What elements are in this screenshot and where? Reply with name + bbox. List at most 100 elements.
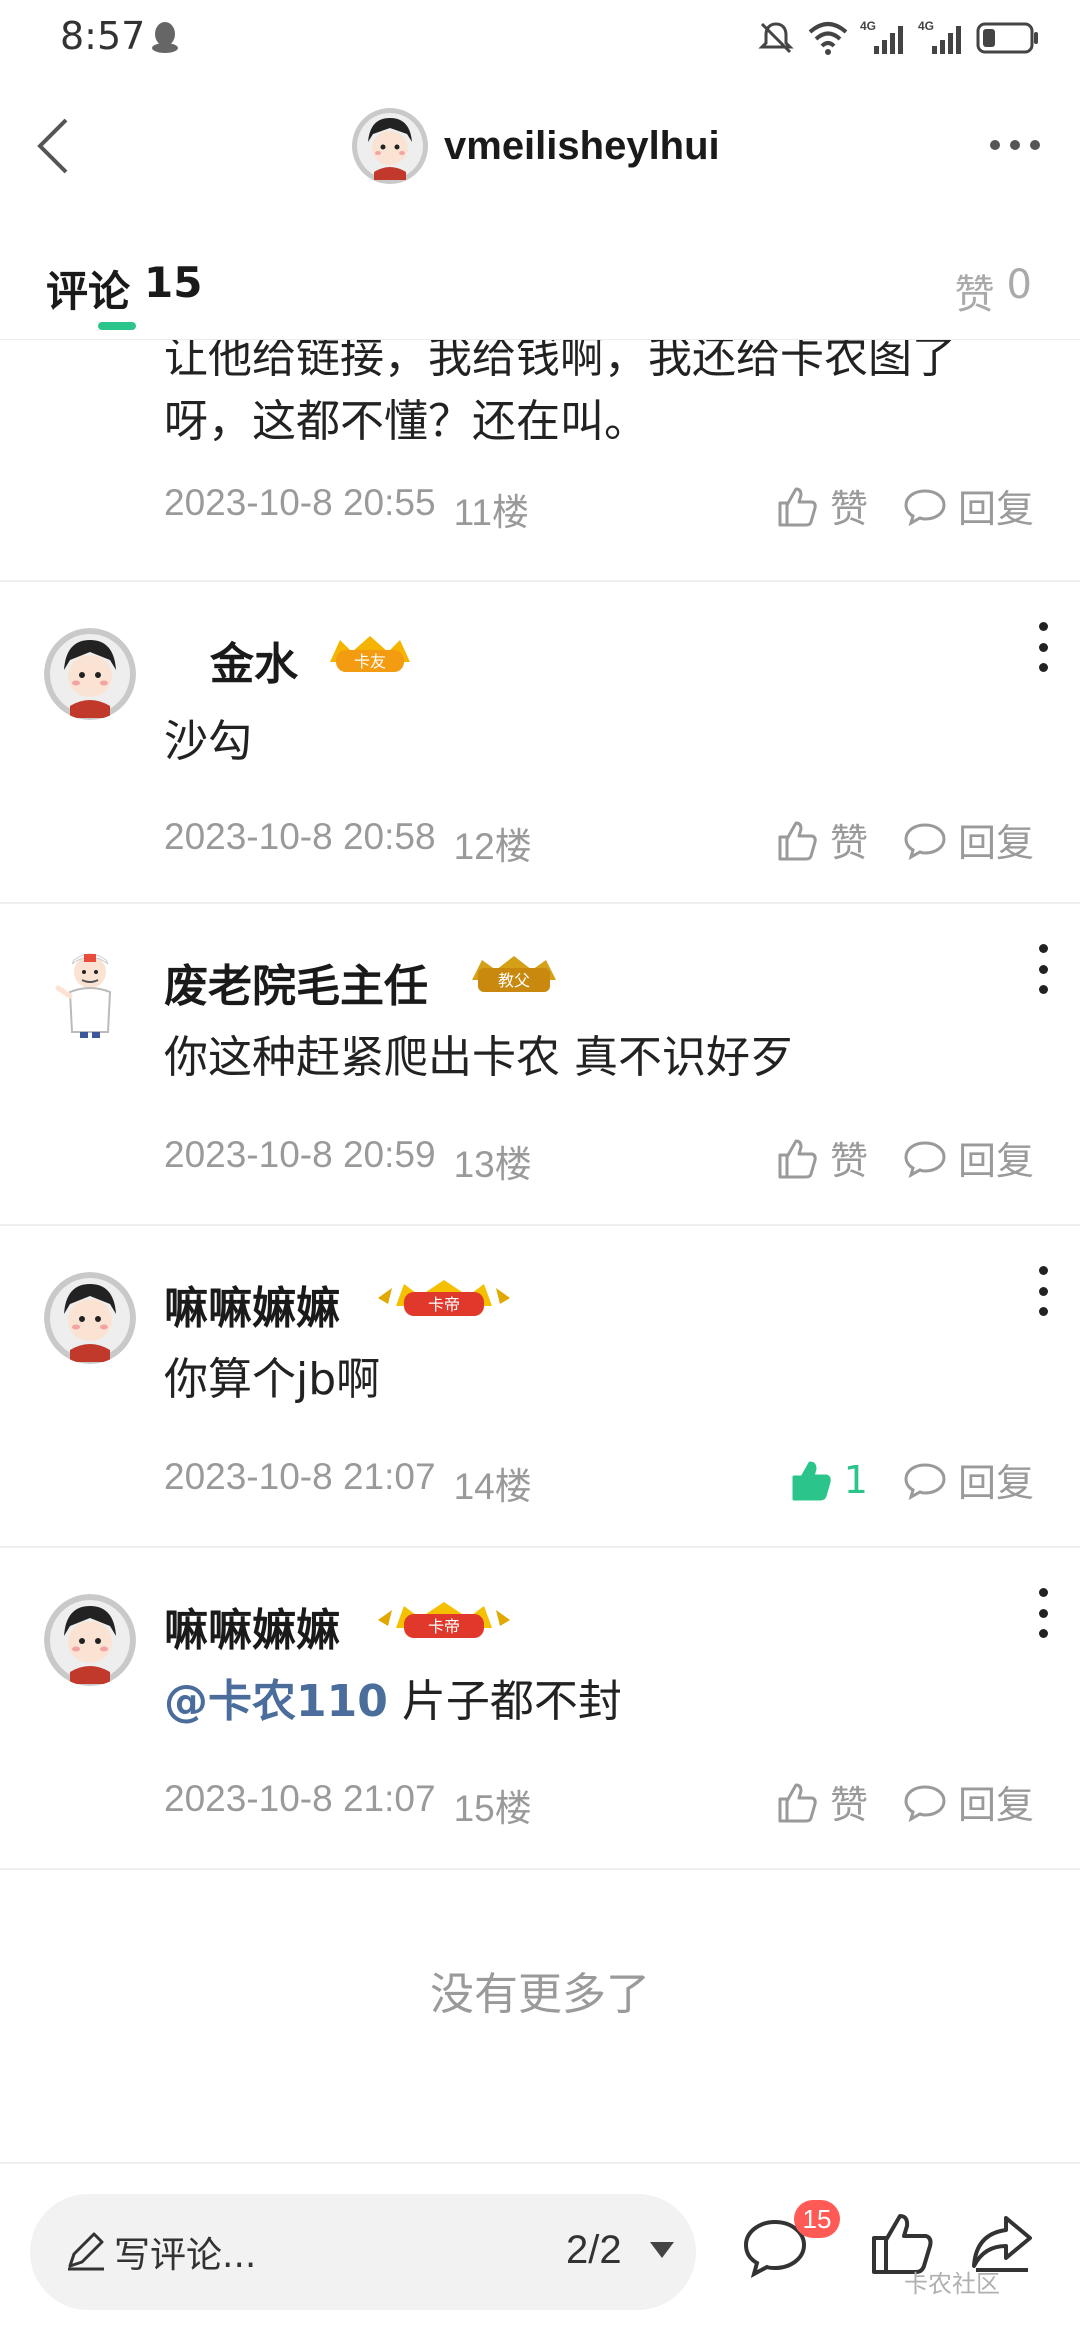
- nav-title: vmeilisheylhui: [444, 123, 720, 168]
- reply-label: 回复: [957, 1783, 1034, 1827]
- signal-4g-icon: 4G: [918, 19, 961, 54]
- comment-item: 废老院毛主任 教父 你这种赶紧爬出卡农 真不识好歹 2023-10-8 20:5…: [0, 904, 1080, 1226]
- comment-floor: 11楼: [453, 492, 529, 533]
- badge-label: 教父: [498, 971, 530, 990]
- username[interactable]: 废老院毛主任: [164, 950, 428, 1014]
- reply-button[interactable]: 回复: [902, 812, 1034, 867]
- comment-floor: 12楼: [453, 826, 532, 867]
- comment-content: @卡农110 片子都不封: [164, 1670, 622, 1734]
- comment-content: 你算个jb啊: [164, 1354, 381, 1405]
- avatar[interactable]: [44, 1594, 136, 1686]
- thumb-up-icon: [778, 1139, 817, 1178]
- like-button[interactable]: 赞: [774, 478, 868, 533]
- reply-label: 回复: [957, 1461, 1034, 1505]
- pen-icon: [68, 2232, 104, 2271]
- tab-bar: 评论 15 赞 0: [0, 240, 1080, 340]
- comment-icon: [904, 822, 946, 860]
- nav-bar: vmeilisheylhui: [0, 90, 1080, 200]
- like-label: 赞: [829, 1139, 868, 1183]
- comment-icon: [904, 488, 946, 526]
- comment-date: 2023-10-8 21:07: [164, 1778, 436, 1819]
- user-badge: 卡帝: [378, 1280, 510, 1316]
- like-label: 赞: [829, 1783, 868, 1827]
- comment-meta: 2023-10-8 21:07 14楼: [164, 1456, 532, 1510]
- chevron-down-icon[interactable]: [650, 2242, 674, 2258]
- thumb-up-icon: [778, 821, 817, 860]
- comment-actions: 赞 回复: [774, 1130, 1034, 1185]
- avatar[interactable]: [352, 108, 428, 184]
- comment-actions: 赞 回复: [774, 478, 1034, 533]
- back-icon[interactable]: [24, 110, 94, 180]
- comment-actions: 1 回复: [788, 1452, 1034, 1507]
- comment-icon: [904, 1462, 946, 1500]
- like-button[interactable]: 赞: [774, 812, 868, 867]
- thumb-up-icon: [778, 487, 817, 526]
- comment-content: 你这种赶紧爬出卡农 真不识好歹: [164, 1032, 794, 1083]
- comment-actions: 赞 回复: [774, 1774, 1034, 1829]
- comment-item: 嘛嘛嫲嫲 卡帝 你算个jb啊 2023-10-8 21:07 14楼 1 回复: [0, 1226, 1080, 1548]
- avatar[interactable]: [44, 628, 136, 720]
- badge-label: 卡帝: [428, 1295, 460, 1314]
- like-button[interactable]: 赞: [774, 1130, 868, 1185]
- qq-icon: [152, 22, 178, 53]
- more-icon[interactable]: [1028, 1266, 1058, 1316]
- no-more-label: 没有更多了: [430, 1969, 650, 2020]
- username[interactable]: 嘛嘛嫲嫲: [164, 1594, 340, 1658]
- tab-comments[interactable]: 评论 15: [46, 258, 202, 319]
- thumb-up-icon: [778, 1783, 817, 1822]
- like-button[interactable]: 1: [788, 1457, 868, 1503]
- network-label: 4G: [918, 19, 934, 33]
- username[interactable]: 嘛嘛嫲嫲: [164, 1272, 340, 1336]
- battery-icon: [976, 22, 1038, 54]
- avatar[interactable]: [44, 1272, 136, 1364]
- like-count: 1: [843, 1457, 868, 1502]
- tab-comments-label: 评论: [46, 267, 131, 316]
- comment-meta: 2023-10-8 20:55 11楼: [164, 482, 529, 536]
- status-icons: 4G 4G: [756, 16, 1040, 60]
- page-indicator[interactable]: 2/2: [566, 2228, 622, 2273]
- comment-content: 让他给链接，我给钱啊，我还给卡农图了 呀，这都不懂？还在叫。: [164, 326, 956, 454]
- comment-text: 片子都不封: [387, 1676, 622, 1727]
- reply-button[interactable]: 回复: [902, 1774, 1034, 1829]
- tab-indicator: [98, 322, 136, 330]
- comment-meta: 2023-10-8 20:58 12楼: [164, 816, 532, 870]
- user-badge: 卡帝: [378, 1602, 510, 1638]
- network-label: 4G: [860, 19, 876, 33]
- comment-date: 2023-10-8 20:59: [164, 1134, 436, 1175]
- comment-floor: 15楼: [453, 1788, 532, 1829]
- comment-actions: 赞 回复: [774, 812, 1034, 867]
- write-comment-placeholder: 写评论...: [114, 2235, 257, 2276]
- avatar[interactable]: [44, 948, 136, 1040]
- more-icon[interactable]: [980, 120, 1050, 170]
- status-time: 8:57: [60, 14, 146, 58]
- comment-floor: 13楼: [453, 1144, 532, 1185]
- thumb-up-filled-icon: [792, 1461, 831, 1500]
- write-comment-input[interactable]: 写评论... 2/2: [30, 2194, 696, 2310]
- comment-meta: 2023-10-8 20:59 13楼: [164, 1134, 532, 1188]
- nav-user[interactable]: vmeilisheylhui: [352, 106, 720, 186]
- reply-label: 回复: [957, 487, 1034, 531]
- reply-button[interactable]: 回复: [902, 478, 1034, 533]
- more-icon[interactable]: [1028, 1588, 1058, 1638]
- reply-button[interactable]: 回复: [902, 1452, 1034, 1507]
- tab-likes-label: 赞: [954, 272, 995, 318]
- comment-icon: [904, 1784, 946, 1822]
- comment-date: 2023-10-8 20:58: [164, 816, 436, 857]
- more-icon[interactable]: [1028, 622, 1058, 672]
- badge-label: 卡帝: [428, 1617, 460, 1636]
- username[interactable]: 金水: [210, 628, 298, 692]
- comment-item: 让他给链接，我给钱啊，我还给卡农图了 呀，这都不懂？还在叫。 2023-10-8…: [0, 330, 1080, 582]
- more-icon[interactable]: [1028, 944, 1058, 994]
- comment-floor: 14楼: [453, 1466, 532, 1507]
- comment-meta: 2023-10-8 21:07 15楼: [164, 1778, 532, 1832]
- user-badge: 卡友: [330, 636, 410, 672]
- tab-likes[interactable]: 赞 0: [955, 262, 1032, 320]
- mention-link[interactable]: @卡农110: [164, 1676, 388, 1727]
- reply-label: 回复: [957, 1139, 1034, 1183]
- user-badge: 教父: [472, 956, 556, 992]
- like-button[interactable]: 赞: [774, 1774, 868, 1829]
- like-label: 赞: [829, 821, 868, 865]
- bottom-bar: 写评论... 2/2 15 卡农社区: [0, 2162, 1080, 2340]
- reply-button[interactable]: 回复: [902, 1130, 1034, 1185]
- watermark-logo: 卡农社区: [904, 2270, 1000, 2298]
